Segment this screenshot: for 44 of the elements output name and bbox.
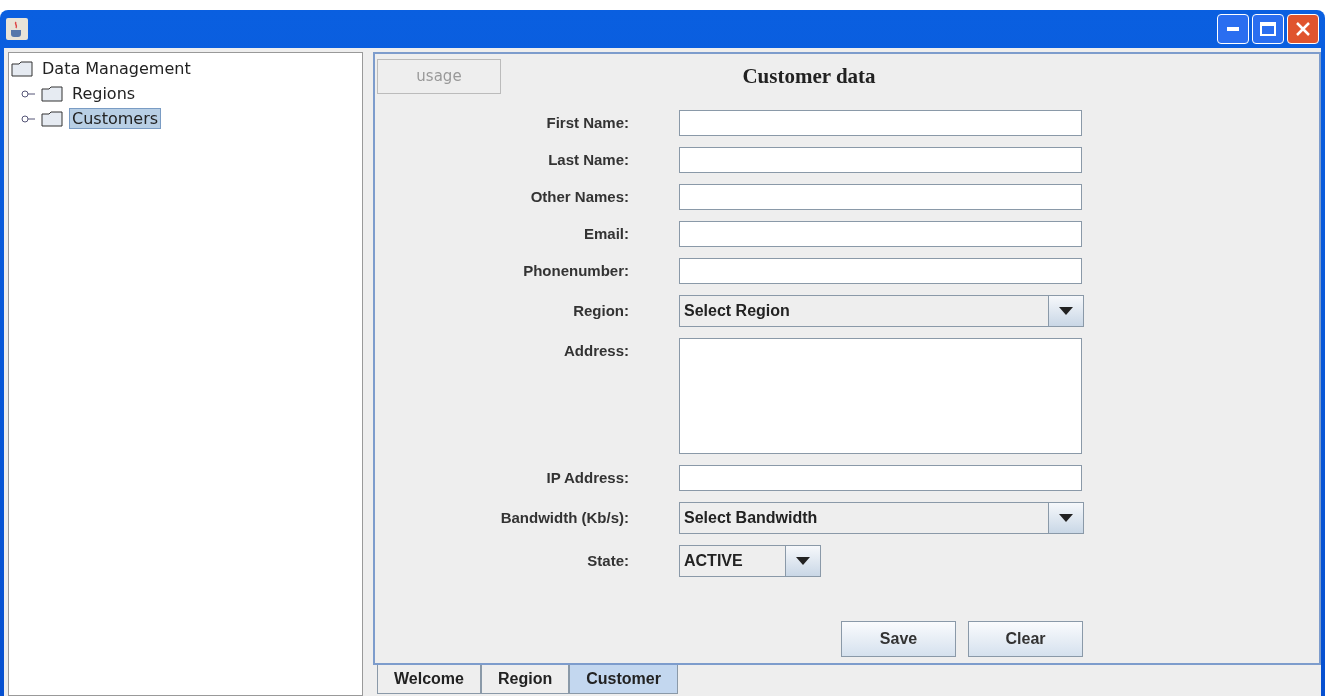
field-label: First Name: <box>545 113 629 133</box>
java-cup-icon <box>6 18 28 40</box>
text-field[interactable] <box>679 258 1082 284</box>
text-field[interactable] <box>679 147 1082 173</box>
field-label: IP Address: <box>545 468 629 488</box>
caret-icon <box>1059 307 1073 315</box>
tree-item[interactable]: Data Management <box>39 58 194 79</box>
address-field[interactable] <box>679 338 1082 454</box>
field-label: Bandwidth (Kb/s): <box>499 508 629 528</box>
field-label: Last Name: <box>547 150 629 170</box>
text-field[interactable] <box>679 110 1082 136</box>
form-button[interactable]: Save <box>841 621 956 657</box>
field-label: Phonenumber: <box>522 261 629 281</box>
text-field[interactable] <box>679 465 1082 491</box>
tab[interactable]: Welcome <box>377 665 481 694</box>
maximize-icon <box>1260 22 1276 36</box>
tree-item[interactable]: Customers <box>69 108 162 129</box>
maximize-button[interactable] <box>1252 14 1284 44</box>
tree-handle-icon[interactable] <box>21 114 35 123</box>
text-field[interactable] <box>679 184 1082 210</box>
minimize-icon <box>1227 27 1239 31</box>
close-icon <box>1295 21 1311 37</box>
folder-icon <box>41 110 63 127</box>
caret-icon <box>796 557 810 565</box>
dropdown[interactable]: Select Bandwidth <box>679 502 1084 534</box>
tree-item[interactable]: Regions <box>69 83 139 104</box>
form-button[interactable]: Clear <box>968 621 1083 657</box>
tab[interactable]: Region <box>480 665 570 694</box>
field-label: State: <box>586 551 629 571</box>
caret-icon <box>1059 514 1073 522</box>
field-label: Email: <box>583 224 629 244</box>
field-label: Address: <box>562 341 629 361</box>
folder-icon <box>41 85 63 102</box>
close-button[interactable] <box>1287 14 1319 44</box>
tree-handle-icon[interactable] <box>21 89 35 98</box>
dropdown[interactable]: Select Region <box>679 295 1084 327</box>
folder-icon <box>11 60 33 77</box>
text-field[interactable] <box>679 221 1082 247</box>
dropdown[interactable]: ACTIVE <box>679 545 821 577</box>
tab[interactable]: Customer <box>569 665 678 694</box>
field-label: Region: <box>572 301 629 321</box>
field-label: Other Names: <box>529 187 629 207</box>
minimize-button[interactable] <box>1217 14 1249 44</box>
form-title: Customer data <box>741 63 877 89</box>
